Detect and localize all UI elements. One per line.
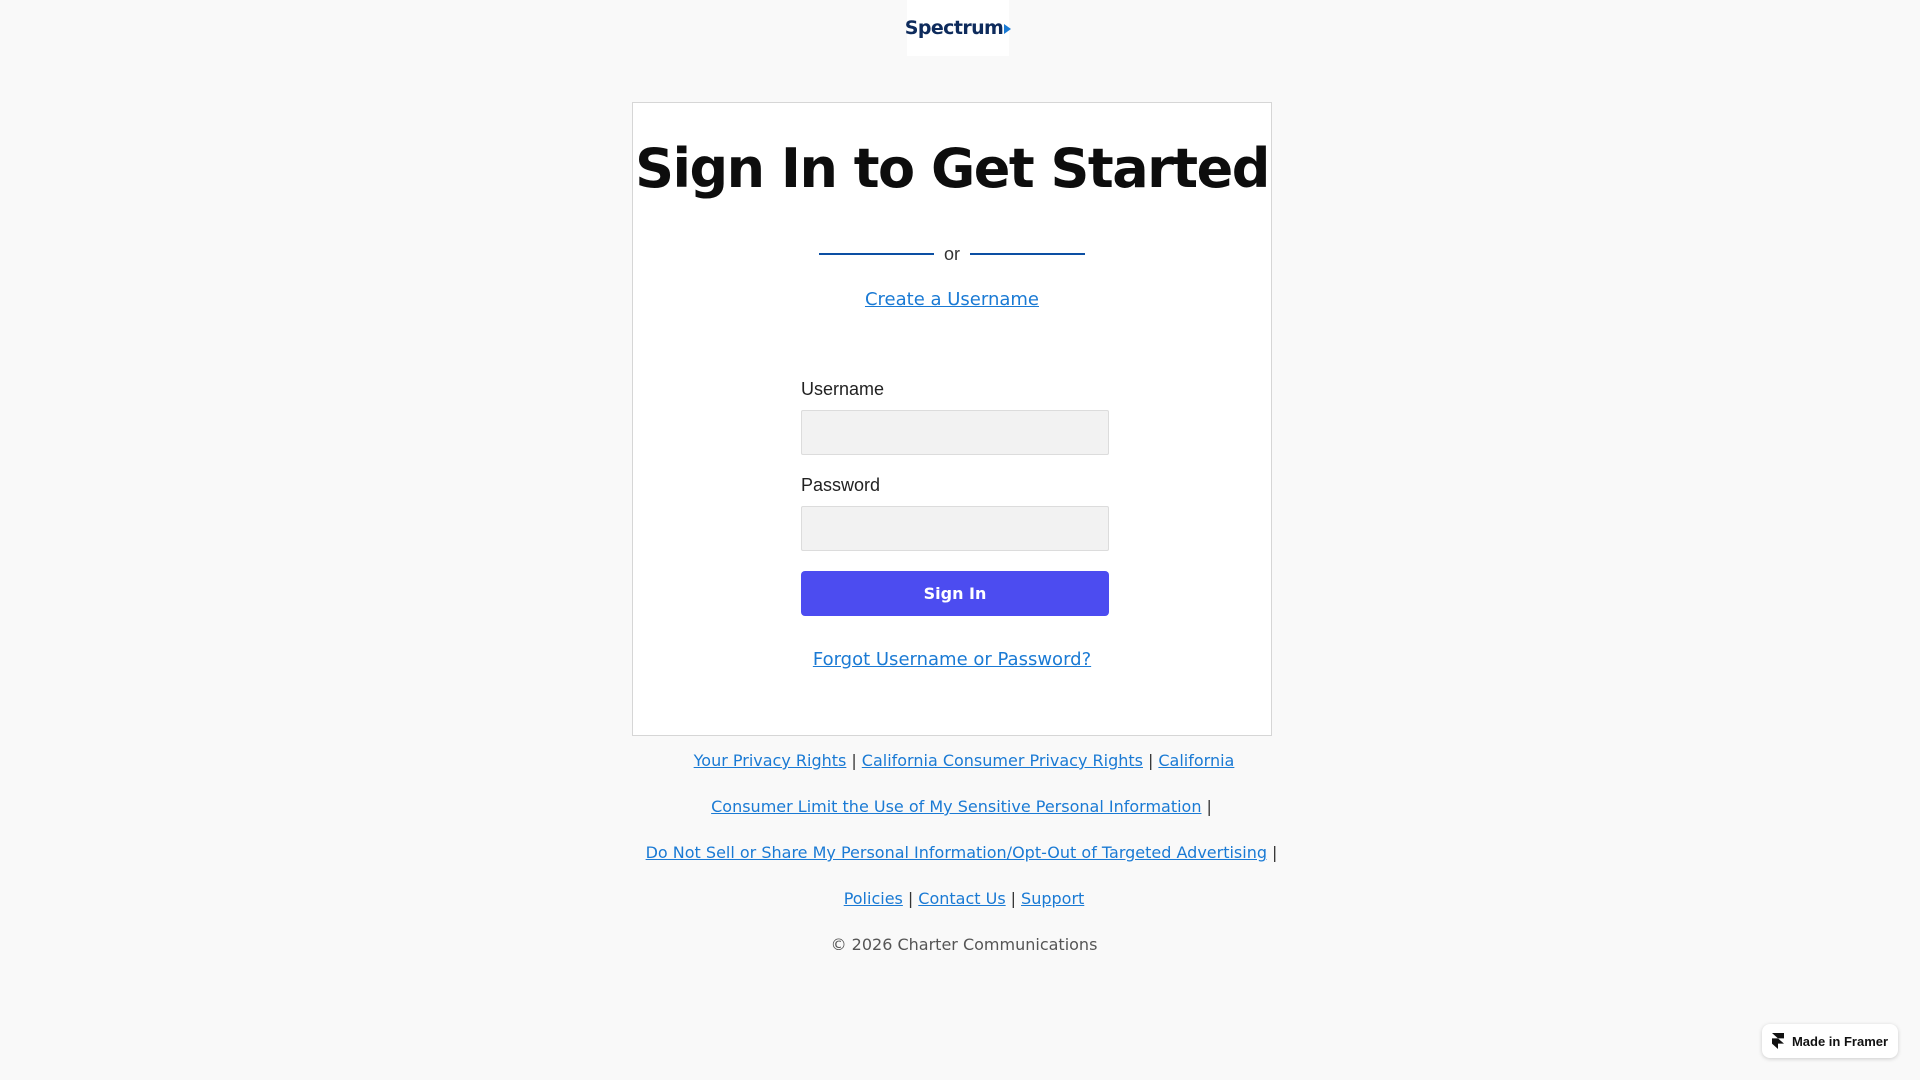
username-field[interactable] [801, 410, 1109, 455]
made-in-framer-badge[interactable]: Made in Framer [1762, 1024, 1898, 1058]
divider-text: or [943, 243, 960, 264]
username-label: Username [801, 379, 885, 399]
footer-separator: | [1010, 889, 1017, 908]
footer-line-4: Policies | Contact Us | Support [600, 880, 1328, 926]
forgot-credentials-link[interactable]: Forgot Username or Password? [813, 649, 1091, 670]
do-not-sell-link[interactable]: Do Not Sell or Share My Personal Informa… [646, 843, 1267, 862]
divider-line-right [970, 253, 1085, 255]
or-divider: or [633, 239, 1271, 269]
footer: Your Privacy Rights | California Consumer … [600, 742, 1328, 972]
sign-in-button[interactable]: Sign In [801, 571, 1109, 616]
footer-separator: | [907, 889, 914, 908]
footer-separator: | [1147, 751, 1154, 770]
copyright: © 2026 Charter Communications [830, 935, 1098, 954]
ca-privacy-rights-link[interactable]: California Consumer Privacy Rights [862, 751, 1143, 770]
footer-line-1: Your Privacy Rights | California Consumer … [600, 742, 1328, 788]
policies-link[interactable]: Policies [844, 889, 903, 908]
support-link[interactable]: Support [1021, 889, 1084, 908]
forgot-container: Forgot Username or Password? [633, 649, 1271, 670]
footer-separator: | [1206, 797, 1212, 816]
ca-limit-link-part1[interactable]: California [1158, 751, 1234, 770]
signin-form: Username Password Sign In [801, 379, 1109, 616]
divider-line-left [818, 253, 934, 255]
signin-card: Sign In to Get Started or Create a Usern… [632, 102, 1272, 736]
footer-line-3: Do Not Sell or Share My Personal Informa… [600, 834, 1328, 880]
password-field[interactable] [801, 506, 1109, 551]
password-label: Password [801, 475, 881, 495]
spectrum-logo: Spectrum [904, 17, 1012, 39]
logo-arrow-icon [1004, 24, 1012, 34]
create-username-link[interactable]: Create a Username [865, 289, 1039, 310]
logo-text: Spectrum [904, 17, 1004, 39]
logo-container: Spectrum [904, 0, 1012, 56]
page-title: Sign In to Get Started [635, 137, 1270, 200]
footer-separator: | [851, 751, 857, 770]
ca-limit-link-part2[interactable]: Consumer Limit the Use of My Sensitive P… [711, 797, 1201, 816]
contact-us-link[interactable]: Contact Us [918, 889, 1005, 908]
privacy-rights-link[interactable]: Your Privacy Rights [694, 751, 847, 770]
footer-line-2: Consumer Limit the Use of My Sensitive P… [600, 788, 1328, 834]
framer-icon [1771, 1033, 1784, 1049]
create-username-container: Create a Username [633, 289, 1271, 310]
badge-label: Made in Framer [1791, 1033, 1889, 1049]
footer-separator: | [1272, 843, 1278, 862]
